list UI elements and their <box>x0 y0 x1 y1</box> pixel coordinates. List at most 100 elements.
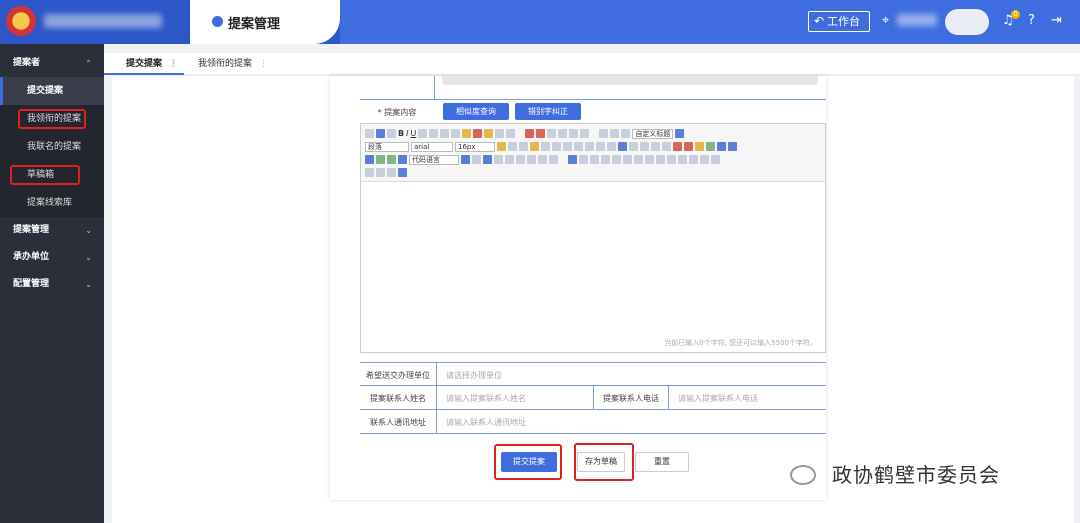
fullscreen-icon[interactable] <box>675 129 685 138</box>
help-icon[interactable] <box>398 168 407 177</box>
tab-submit[interactable]: 提交提案 <box>104 53 185 75</box>
mergecells-icon[interactable] <box>634 155 643 164</box>
emotion-icon[interactable] <box>695 142 704 151</box>
clear-icon[interactable] <box>473 129 483 138</box>
unordered-list-icon[interactable] <box>558 129 568 138</box>
reset-button[interactable]: 重置 <box>635 452 689 472</box>
bgcolor-icon[interactable] <box>536 129 546 138</box>
custom-title-select[interactable]: 自定义标题 <box>632 128 674 139</box>
music-icon[interactable] <box>728 142 737 151</box>
splitrows-icon[interactable] <box>678 155 687 164</box>
sidebar-item-submit[interactable]: 提交提案 <box>0 77 104 105</box>
rowspacing-icon[interactable] <box>599 129 609 138</box>
pasteplain-icon[interactable] <box>506 129 516 138</box>
fontcolor-icon[interactable] <box>525 129 535 138</box>
sidebar-group-proposer[interactable]: 提案者 ⌃ <box>0 50 104 77</box>
superscript-icon[interactable] <box>440 129 450 138</box>
date-icon[interactable] <box>505 155 514 164</box>
time-icon[interactable] <box>516 155 525 164</box>
drafts-icon[interactable] <box>387 168 396 177</box>
quote-icon[interactable] <box>495 129 505 138</box>
deletetable-icon[interactable] <box>579 155 588 164</box>
strike-icon[interactable] <box>429 129 439 138</box>
deleterow-icon[interactable] <box>601 155 610 164</box>
scrawl-icon[interactable] <box>706 142 715 151</box>
sidebar-group-units[interactable]: 承办单位 ⌄ <box>0 244 104 271</box>
deletecol-icon[interactable] <box>623 155 632 164</box>
ordered-list-icon[interactable] <box>547 129 557 138</box>
direction-icon[interactable] <box>497 142 506 151</box>
subscript-icon[interactable] <box>451 129 461 138</box>
pagebreak-icon[interactable] <box>461 155 470 164</box>
video-icon[interactable] <box>717 142 726 151</box>
charts-icon[interactable] <box>700 155 709 164</box>
splitcells-icon[interactable] <box>667 155 676 164</box>
template-icon[interactable] <box>472 155 481 164</box>
wordimage-icon[interactable] <box>538 155 547 164</box>
similarity-button[interactable]: 相似度查询 <box>443 103 509 120</box>
bold-icon[interactable]: B <box>398 129 404 138</box>
img-none-icon[interactable] <box>640 142 649 151</box>
html-icon[interactable] <box>365 129 374 138</box>
cleardoc-icon[interactable] <box>580 129 590 138</box>
font-select[interactable]: arial <box>411 141 453 152</box>
align-left-icon[interactable] <box>530 142 539 151</box>
sidebar-item-my-led[interactable]: 我领衔的提案 <box>0 105 104 133</box>
sidebar-item-drafts[interactable]: 草稿箱 <box>0 161 104 189</box>
align-right-icon[interactable] <box>552 142 561 151</box>
undo-icon[interactable] <box>376 129 385 138</box>
img-center-icon[interactable] <box>662 142 671 151</box>
contact-phone-input[interactable]: 请输入提案联系人电话 <box>678 393 758 404</box>
search-replace-icon[interactable] <box>376 168 385 177</box>
insertrow-icon[interactable] <box>590 155 599 164</box>
preview-icon[interactable] <box>365 168 374 177</box>
insertcol-icon[interactable] <box>612 155 621 164</box>
image-icon[interactable] <box>673 142 682 151</box>
indent-icon[interactable] <box>621 129 631 138</box>
rich-text-editor[interactable]: BIU 自定义标题 段落 arial 16px 代码语言 当前已输入0个字符, … <box>360 123 826 353</box>
sidebar-group-config[interactable]: 配置管理 ⌄ <box>0 271 104 298</box>
brush-icon[interactable] <box>484 129 494 138</box>
tab-my-led[interactable]: 我领衔的提案 <box>176 53 274 75</box>
align-center-icon[interactable] <box>541 142 550 151</box>
mergeright-icon[interactable] <box>645 155 654 164</box>
case-icon[interactable] <box>574 142 583 151</box>
align-justify-icon[interactable] <box>563 142 572 151</box>
sidebar-item-joint[interactable]: 我联名的提案 <box>0 133 104 161</box>
horizontal-icon[interactable] <box>494 155 503 164</box>
background-icon[interactable] <box>483 155 492 164</box>
link-icon[interactable] <box>596 142 605 151</box>
map-icon[interactable] <box>376 155 385 164</box>
img-left-icon[interactable] <box>629 142 638 151</box>
rtl-icon[interactable] <box>508 142 517 151</box>
gmap-icon[interactable] <box>387 155 396 164</box>
sidebar-item-clues[interactable]: 提案线索库 <box>0 189 104 217</box>
frame-icon[interactable] <box>398 155 407 164</box>
paragraph-select[interactable]: 段落 <box>365 141 409 152</box>
case-lower-icon[interactable] <box>585 142 594 151</box>
size-select[interactable]: 16px <box>455 141 495 152</box>
submit-button[interactable]: 提交提案 <box>501 452 557 472</box>
typo-check-button[interactable]: 错别字纠正 <box>515 103 581 120</box>
img-right-icon[interactable] <box>651 142 660 151</box>
special-char-icon[interactable] <box>527 155 536 164</box>
avatar[interactable] <box>945 9 989 35</box>
redo-icon[interactable] <box>387 129 396 138</box>
sidebar-group-management[interactable]: 提案管理 ⌄ <box>0 217 104 244</box>
multi-image-icon[interactable] <box>684 142 693 151</box>
format-icon[interactable] <box>462 129 472 138</box>
code-language-select[interactable]: 代码语言 <box>409 154 459 165</box>
unit-select[interactable]: 请选择办理单位 <box>446 370 502 381</box>
help-icon[interactable]: ? <box>1028 13 1035 28</box>
anchor-icon[interactable] <box>618 142 627 151</box>
justify-icon[interactable] <box>519 142 528 151</box>
mergedown-icon[interactable] <box>656 155 665 164</box>
contact-name-input[interactable]: 请输入提案联系人姓名 <box>446 393 526 404</box>
splitcols-icon[interactable] <box>689 155 698 164</box>
linespacing-icon[interactable] <box>610 129 620 138</box>
italic-icon[interactable]: I <box>406 129 408 138</box>
unlink-icon[interactable] <box>607 142 616 151</box>
address-input[interactable]: 请输入联系人通讯地址 <box>446 417 526 428</box>
print-icon[interactable] <box>711 155 720 164</box>
attachment-icon[interactable] <box>365 155 374 164</box>
